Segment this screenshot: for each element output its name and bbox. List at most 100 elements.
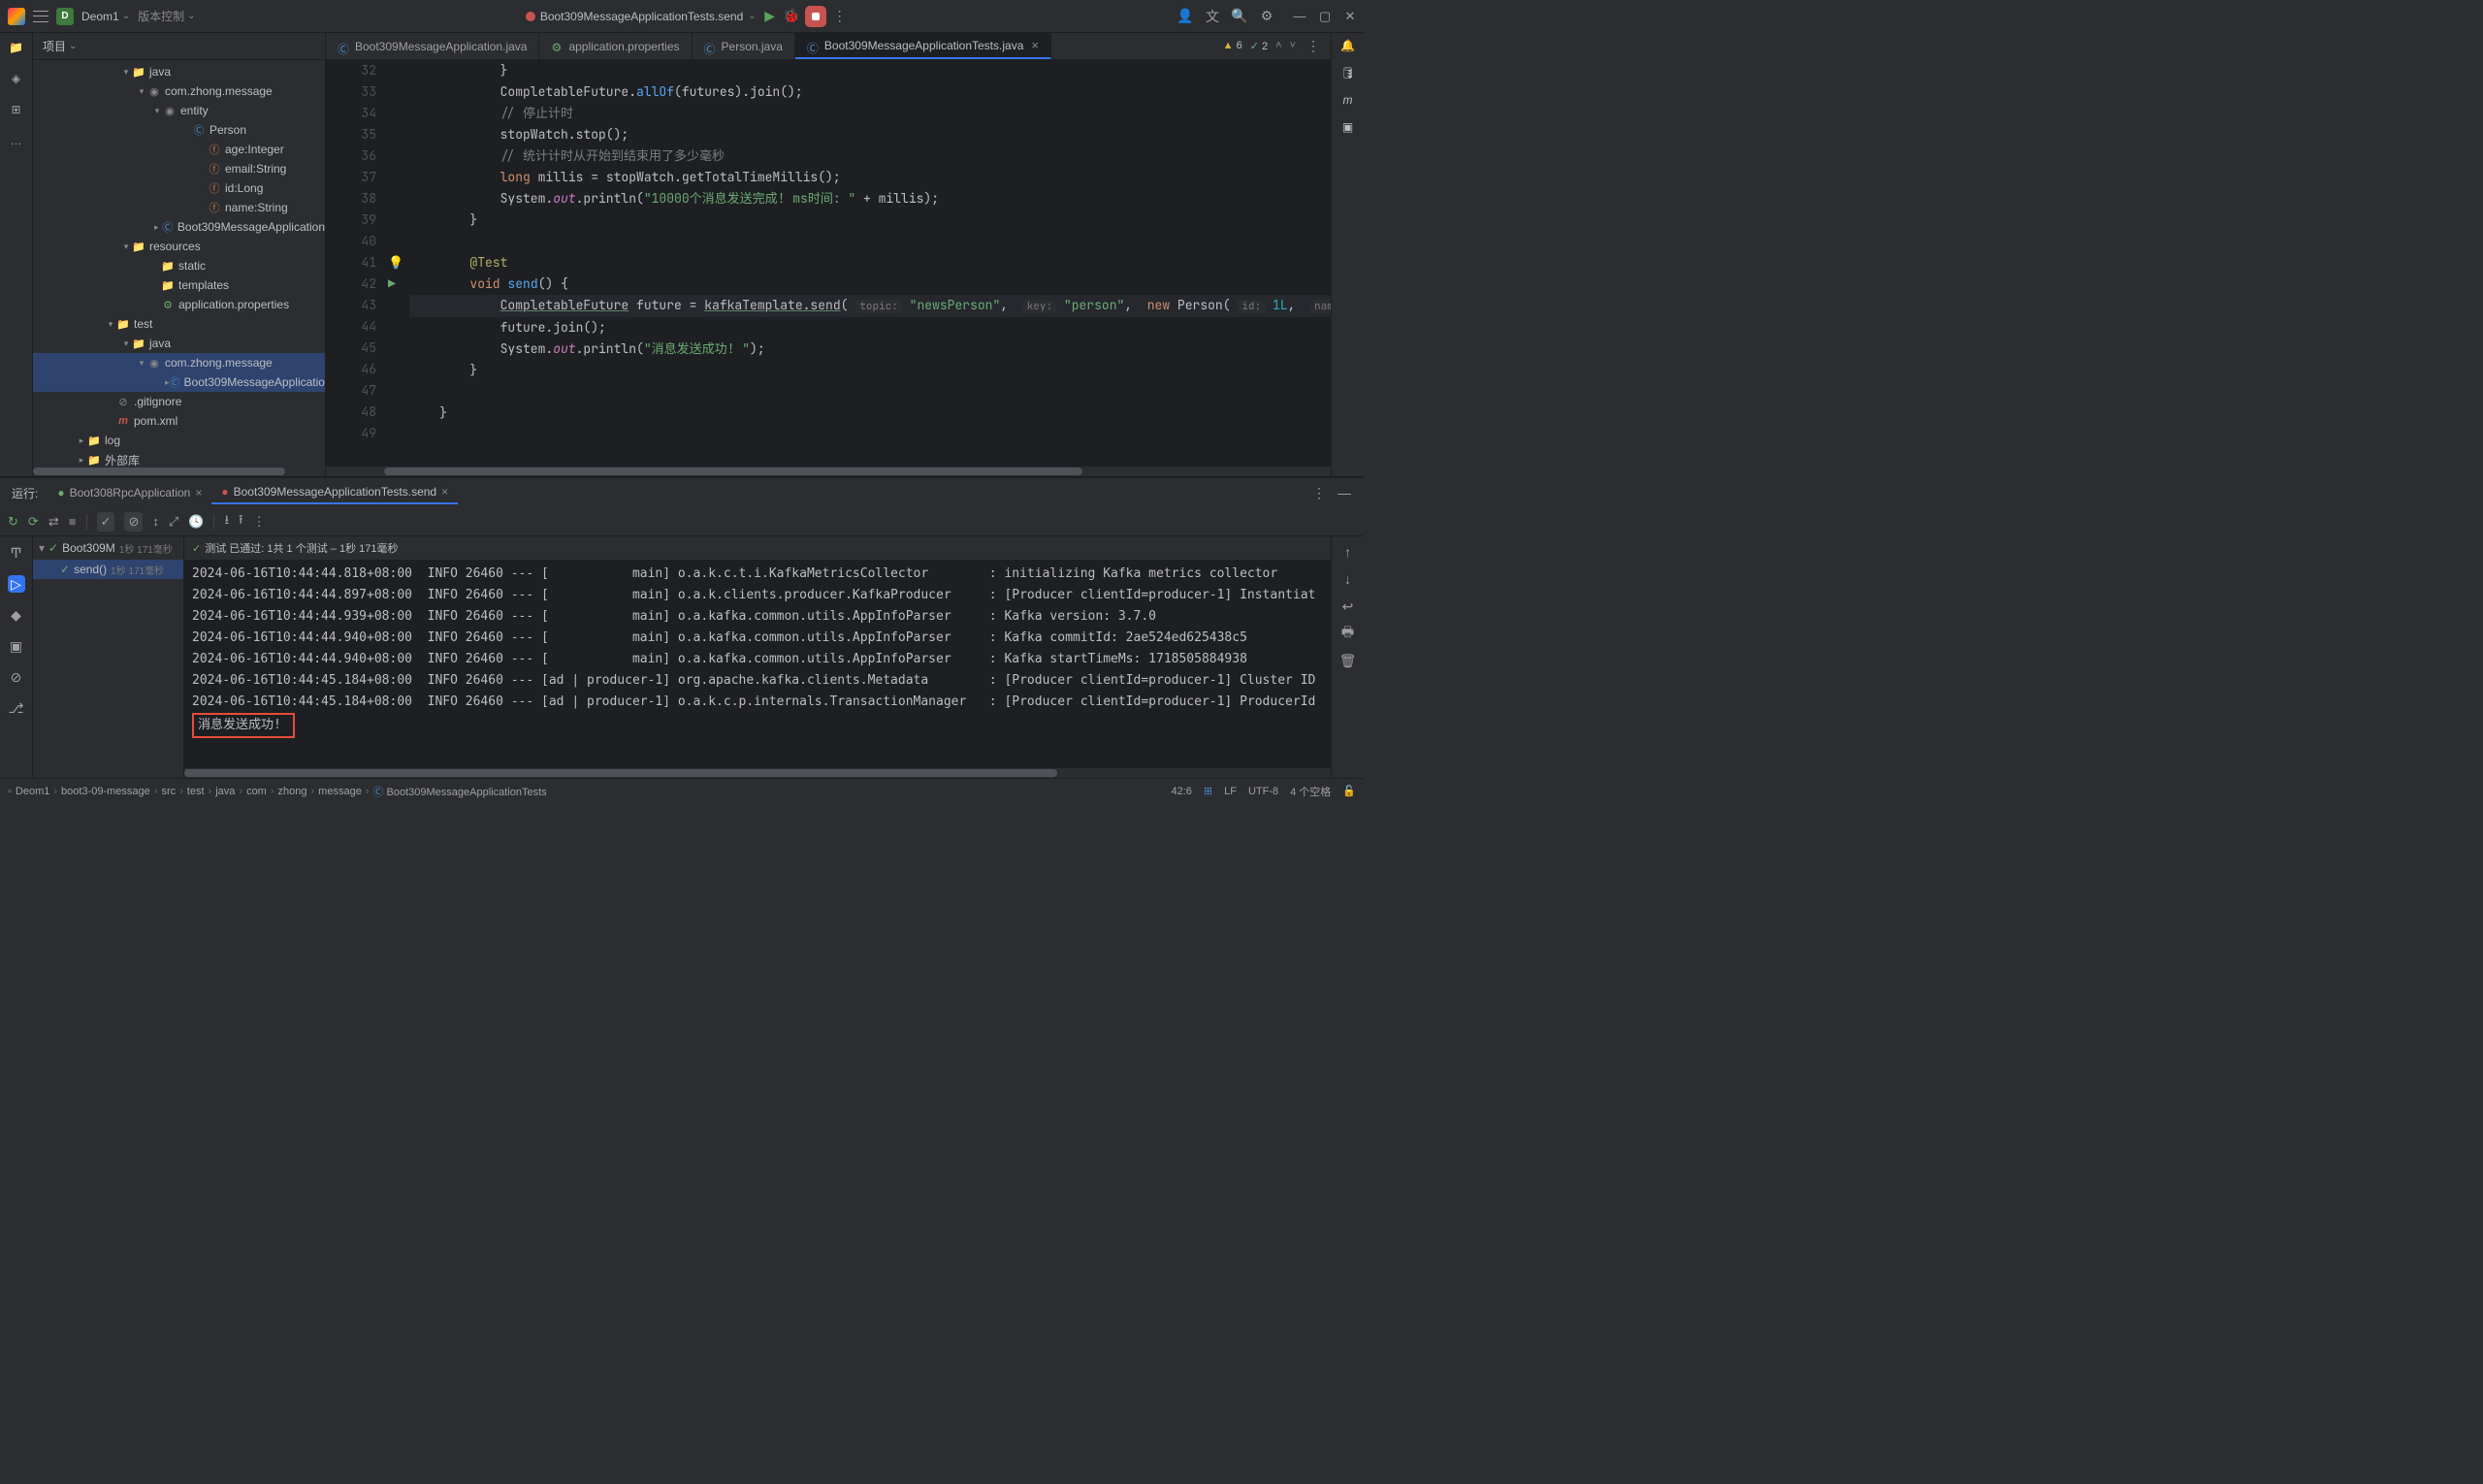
line-ending[interactable]: LF bbox=[1224, 786, 1237, 797]
run-hide-button[interactable]: — bbox=[1337, 485, 1352, 500]
caret-position[interactable]: 42:6 bbox=[1171, 786, 1191, 797]
breadcrumb-item[interactable]: boot3-09-message bbox=[61, 786, 150, 797]
tree-node[interactable]: ⓕname:String bbox=[33, 198, 325, 217]
tree-node[interactable]: ▾◉com.zhong.message bbox=[33, 81, 325, 101]
window-maximize-button[interactable]: ▢ bbox=[1319, 11, 1331, 22]
breadcrumb-item[interactable]: Deom1 bbox=[16, 786, 49, 797]
show-passed-button[interactable]: ✓ bbox=[97, 512, 115, 532]
indent-setting[interactable]: 4 个空格 bbox=[1290, 784, 1331, 799]
problems-button[interactable]: ⊘ bbox=[8, 668, 25, 686]
file-encoding[interactable]: UTF-8 bbox=[1248, 786, 1278, 797]
structure-tool-button[interactable]: ⊞ bbox=[8, 101, 25, 118]
translate-icon[interactable]: 文 bbox=[1205, 9, 1220, 24]
tree-node[interactable]: ⊘.gitignore bbox=[33, 392, 325, 411]
run-tab[interactable]: ●Boot308RpcApplication× bbox=[48, 481, 211, 504]
project-tool-button[interactable]: 📁 bbox=[8, 39, 25, 56]
tree-node[interactable]: ⓕemail:String bbox=[33, 159, 325, 178]
tree-node[interactable]: ▾📁java bbox=[33, 334, 325, 353]
project-panel-title[interactable]: 项目 bbox=[43, 38, 77, 54]
tree-node[interactable]: ▾📁resources bbox=[33, 237, 325, 256]
settings-icon[interactable]: ⚙ bbox=[1259, 9, 1274, 24]
tree-node[interactable]: ▸ⒸBoot309MessageApplicationTests bbox=[33, 372, 325, 392]
breadcrumb-item[interactable]: com bbox=[246, 786, 267, 797]
breadcrumb-item[interactable]: message bbox=[318, 786, 362, 797]
sort-button[interactable]: ↕ bbox=[152, 514, 159, 529]
tab-close-button[interactable]: × bbox=[1031, 38, 1039, 52]
prev-highlight-button[interactable]: ˄ bbox=[1275, 40, 1281, 52]
soft-wrap-button[interactable]: ↩ bbox=[1340, 598, 1356, 614]
tree-node[interactable]: ▸📁log bbox=[33, 431, 325, 450]
inspections-widget[interactable]: 6 2 ˄ ˅ bbox=[1223, 40, 1296, 52]
window-minimize-button[interactable]: — bbox=[1294, 11, 1306, 22]
profiler-button[interactable]: Ͳ bbox=[8, 544, 25, 562]
run-tab-button[interactable]: ▷ bbox=[8, 575, 25, 593]
run-config-selector[interactable]: Boot309MessageApplicationTests.send bbox=[526, 10, 757, 23]
tree-node[interactable]: ▾◉entity bbox=[33, 101, 325, 120]
run-button[interactable]: ▶ bbox=[762, 9, 778, 24]
notifications-button[interactable]: 🔔 bbox=[1340, 39, 1355, 52]
run-tab-close[interactable]: × bbox=[441, 485, 448, 499]
tree-node[interactable]: ▾◉com.zhong.message bbox=[33, 353, 325, 372]
windows-icon[interactable]: ⊞ bbox=[1204, 785, 1212, 797]
editor-tab[interactable]: ⒸPerson.java bbox=[693, 33, 795, 59]
vcs-selector[interactable]: 版本控制 bbox=[138, 8, 195, 24]
breadcrumb-item[interactable]: zhong bbox=[278, 786, 307, 797]
scroll-up-button[interactable]: ↑ bbox=[1340, 544, 1356, 560]
tree-node[interactable]: ⒸPerson bbox=[33, 120, 325, 140]
tree-node[interactable]: ▾📁test bbox=[33, 314, 325, 334]
clear-button[interactable]: 🗑 bbox=[1340, 653, 1356, 668]
rerun-failed-button[interactable]: ⟳ bbox=[28, 514, 39, 530]
run-tab[interactable]: ●Boot309MessageApplicationTests.send× bbox=[211, 481, 458, 504]
debug-button[interactable]: 🐞 bbox=[784, 9, 799, 24]
main-menu-button[interactable] bbox=[33, 11, 48, 22]
history-button[interactable]: 🕓 bbox=[188, 514, 204, 530]
tree-node[interactable]: 📁templates bbox=[33, 275, 325, 295]
stop-tests-button[interactable]: ■ bbox=[69, 514, 77, 529]
rerun-button[interactable]: ↻ bbox=[8, 514, 18, 530]
editor-tab[interactable]: ⚙application.properties bbox=[539, 33, 692, 59]
project-selector[interactable]: Deom1 bbox=[81, 10, 130, 23]
expand-button[interactable]: ⤢ bbox=[169, 514, 178, 530]
export-button[interactable]: ⭱ bbox=[239, 511, 243, 532]
search-icon[interactable]: 🔍 bbox=[1232, 9, 1247, 24]
run-options-button[interactable]: ⋮ bbox=[1311, 485, 1327, 500]
print-button[interactable]: 🖶 bbox=[1340, 626, 1356, 641]
tree-node[interactable]: mpom.xml bbox=[33, 411, 325, 431]
scroll-down-button[interactable]: ↓ bbox=[1340, 571, 1356, 587]
editor-tab[interactable]: ⒸBoot309MessageApplication.java bbox=[326, 33, 539, 59]
run-tab-close[interactable]: × bbox=[195, 486, 202, 500]
terminal-button[interactable]: ▣ bbox=[8, 637, 25, 655]
more-actions-button[interactable]: ⋮ bbox=[832, 9, 848, 24]
breadcrumb-item[interactable]: Ⓒ Boot309MessageApplicationTests bbox=[372, 784, 546, 799]
show-ignored-button[interactable]: ⊘ bbox=[124, 512, 143, 532]
editor-hscrollbar[interactable] bbox=[384, 468, 1082, 475]
stop-button[interactable] bbox=[805, 6, 826, 27]
test-tree[interactable]: ▾✓Boot309M 1秒 171毫秒 ✓send() 1秒 171毫秒 bbox=[33, 536, 184, 778]
console-output[interactable]: 2024-06-16T10:44:44.818+08:00 INFO 26460… bbox=[184, 560, 1331, 768]
line-gutter[interactable]: 323334353637383940414243444546474849 bbox=[326, 60, 386, 467]
more-tool-button[interactable]: … bbox=[8, 132, 25, 149]
next-highlight-button[interactable]: ˅ bbox=[1290, 40, 1296, 52]
window-close-button[interactable]: ✕ bbox=[1344, 11, 1356, 22]
project-tree[interactable]: ▾📁java▾◉com.zhong.message▾◉entityⒸPerson… bbox=[33, 60, 325, 467]
breadcrumb-item[interactable]: src bbox=[161, 786, 176, 797]
test-item-send[interactable]: ✓send() 1秒 171毫秒 bbox=[33, 560, 183, 579]
readonly-toggle[interactable]: 🔓 bbox=[1342, 785, 1356, 797]
icon-gutter[interactable]: 💡▶ bbox=[386, 60, 409, 467]
breadcrumb-item[interactable]: java bbox=[215, 786, 235, 797]
toggle-auto-button[interactable]: ⇄ bbox=[48, 514, 59, 530]
tree-node[interactable]: 📁static bbox=[33, 256, 325, 275]
more-run-button[interactable]: ⋮ bbox=[253, 514, 266, 530]
code-editor[interactable]: 323334353637383940414243444546474849 💡▶ … bbox=[326, 60, 1331, 467]
breadcrumbs[interactable]: Deom1›boot3-09-message›src›test›java›com… bbox=[16, 784, 547, 799]
tree-node[interactable]: ⓕid:Long bbox=[33, 178, 325, 198]
commit-tool-button[interactable]: ◈ bbox=[8, 70, 25, 87]
tab-options-button[interactable]: ⋮ bbox=[1306, 39, 1321, 54]
database-button[interactable]: 🛢 bbox=[1340, 66, 1355, 80]
breadcrumb-item[interactable]: test bbox=[187, 786, 205, 797]
maven-button[interactable]: m bbox=[1343, 93, 1353, 107]
code-with-me-icon[interactable]: 👤 bbox=[1177, 9, 1193, 24]
tree-node[interactable]: ▸ⒸBoot309MessageApplication bbox=[33, 217, 325, 237]
tree-node[interactable]: ▸📁外部库 bbox=[33, 450, 325, 467]
tree-node[interactable]: ▾📁java bbox=[33, 62, 325, 81]
